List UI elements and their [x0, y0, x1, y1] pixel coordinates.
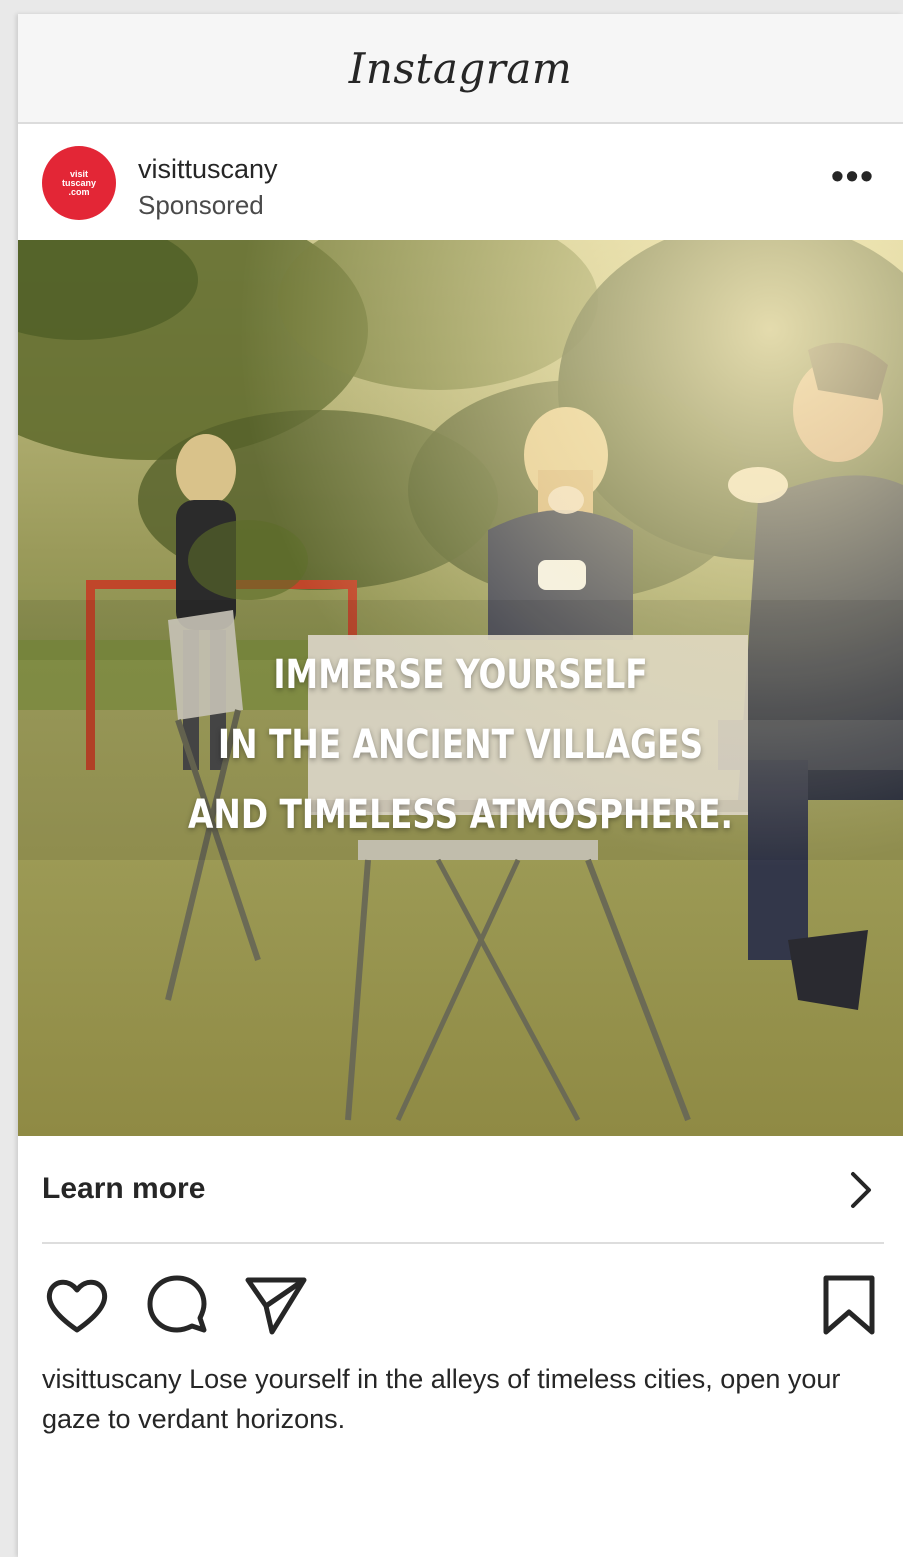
comment-icon[interactable] — [144, 1272, 210, 1338]
post-image[interactable]: IMMERSE YOURSELF IN THE ANCIENT VILLAGES… — [18, 240, 903, 1136]
learn-more-button[interactable]: Learn more — [18, 1136, 903, 1242]
post-caption: visittuscany Lose yourself in the alleys… — [42, 1359, 872, 1439]
divider — [42, 1242, 884, 1244]
learn-more-label: Learn more — [42, 1172, 206, 1205]
chevron-right-icon — [851, 1172, 871, 1208]
post-actions-bar — [18, 1264, 903, 1340]
send-icon[interactable] — [242, 1272, 308, 1338]
image-overlay-text: IMMERSE YOURSELF IN THE ANCIENT VILLAGES… — [98, 640, 824, 850]
caption-username[interactable]: visittuscany — [42, 1364, 182, 1394]
overlay-line-2: IN THE ANCIENT VILLAGES — [217, 722, 704, 768]
avatar-text-line-3: .com — [68, 186, 90, 197]
post-header: visit tuscany .com visittuscany Sponsore… — [18, 124, 903, 239]
more-icon[interactable]: ••• — [825, 158, 881, 196]
instagram-post-frame: Instagram visit tuscany .com visittuscan… — [18, 14, 903, 1557]
avatar[interactable]: visit tuscany .com — [42, 146, 116, 220]
overlay-line-1: IMMERSE YOURSELF — [273, 652, 648, 698]
heart-icon[interactable] — [44, 1272, 110, 1338]
app-header: Instagram — [18, 14, 903, 124]
app-logo-title: Instagram — [348, 43, 573, 93]
bookmark-icon[interactable] — [816, 1272, 882, 1338]
post-username[interactable]: visittuscany — [138, 154, 278, 185]
sponsored-label: Sponsored — [138, 190, 264, 220]
overlay-line-3: AND TIMELESS ATMOSPHERE. — [188, 792, 733, 838]
